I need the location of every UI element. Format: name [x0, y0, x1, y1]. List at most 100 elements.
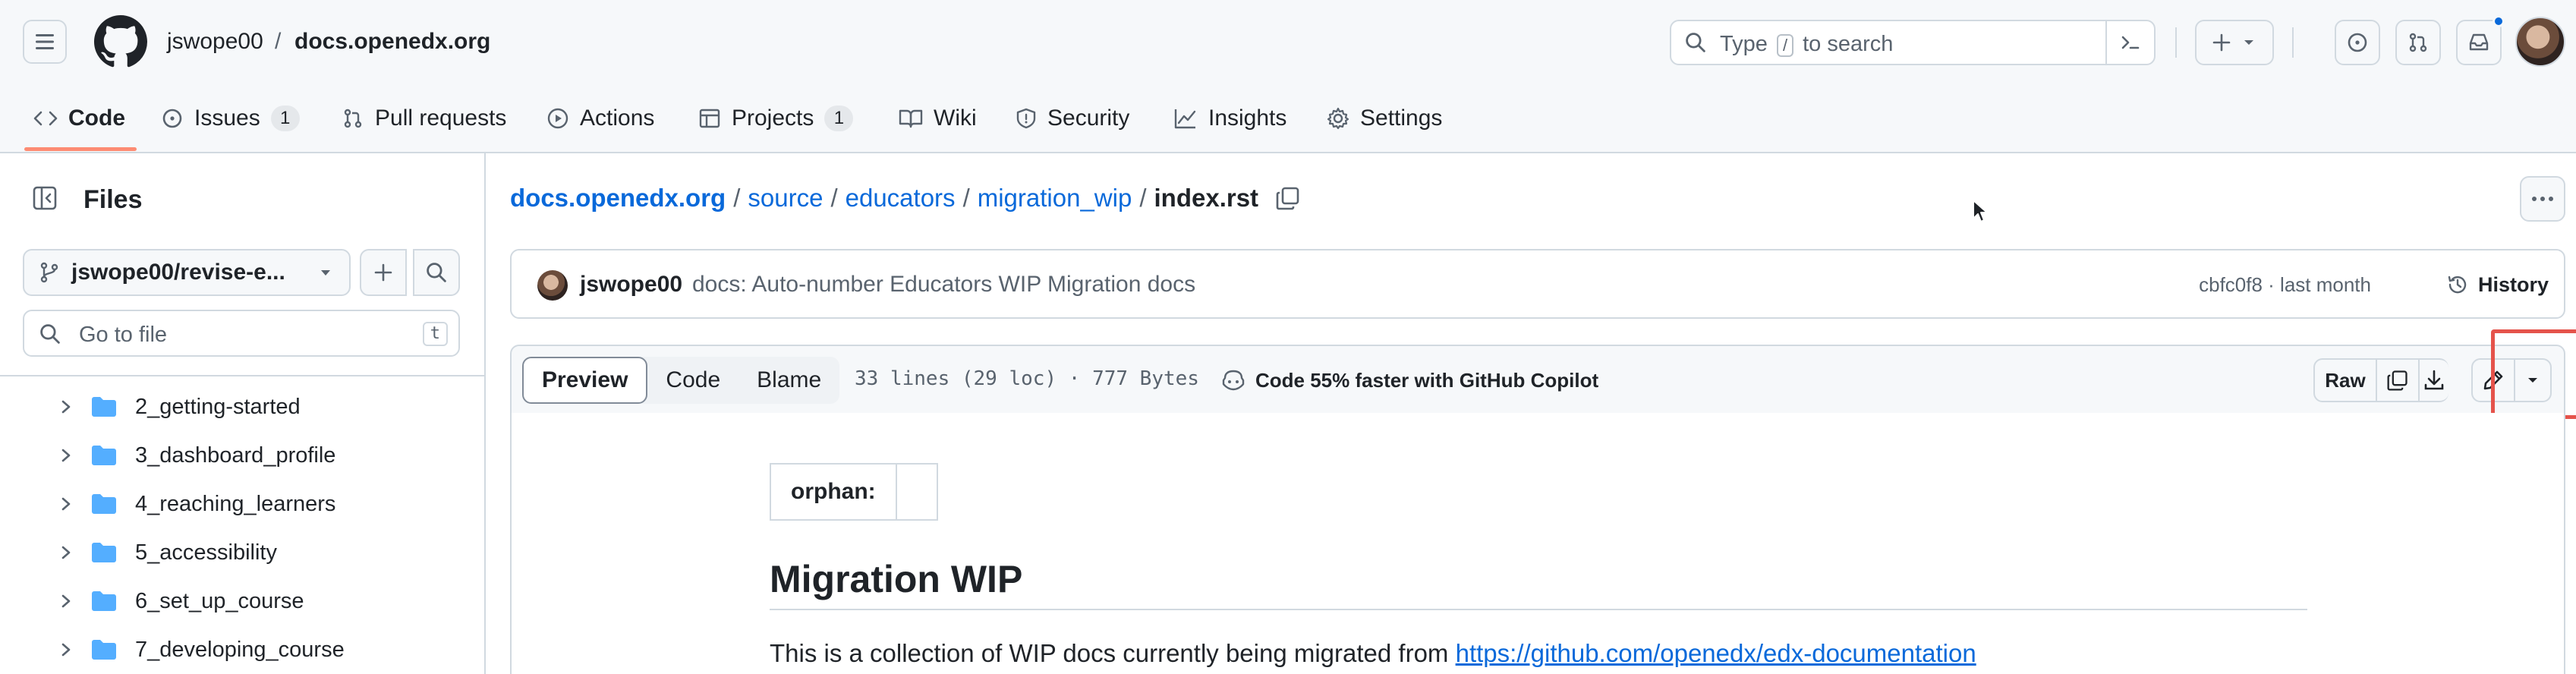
- commit-message[interactable]: docs: Auto-number Educators WIP Migratio…: [692, 272, 1195, 298]
- inbox-button[interactable]: [2456, 20, 2502, 65]
- header-divider: [2175, 27, 2177, 58]
- tab-label: Insights: [1208, 106, 1287, 131]
- folder-icon: [92, 494, 116, 514]
- shield-icon: [1016, 108, 1036, 129]
- heading-rule: [770, 609, 2307, 610]
- tab-actions[interactable]: Actions: [546, 102, 654, 135]
- rendered-file-content: orphan: Migration WIP This is a collecti…: [510, 413, 2565, 674]
- breadcrumb-separator: /: [962, 184, 970, 212]
- history-button[interactable]: History: [2446, 267, 2549, 302]
- add-file-button[interactable]: [360, 249, 407, 296]
- user-avatar[interactable]: [2515, 17, 2565, 67]
- tree-item-folder[interactable]: 7_developing_course: [59, 631, 345, 668]
- command-palette-button[interactable]: [2105, 21, 2154, 64]
- repo-link[interactable]: docs.openedx.org: [294, 29, 490, 55]
- branch-name: jswope00/revise-e...: [71, 260, 285, 285]
- folder-icon: [92, 591, 116, 611]
- copilot-promo-text: Code 55% faster with GitHub Copilot: [1255, 368, 1599, 392]
- tree-item-folder[interactable]: 4_reaching_learners: [59, 486, 335, 522]
- view-switcher: Preview Code Blame: [522, 357, 840, 404]
- breadcrumb-link-source[interactable]: source: [748, 184, 823, 213]
- file-info: 33 lines (29 loc) · 777 Bytes: [855, 367, 1199, 390]
- breadcrumb-separator: /: [733, 184, 741, 212]
- code-icon: [33, 111, 58, 126]
- breadcrumb-link-migration-wip[interactable]: migration_wip: [978, 184, 1132, 213]
- breadcrumb-separator: /: [1139, 184, 1147, 212]
- tab-label: Settings: [1360, 106, 1443, 131]
- chevron-right-icon: [61, 643, 71, 657]
- blame-tab[interactable]: Blame: [738, 357, 839, 404]
- download-button[interactable]: [2418, 358, 2448, 402]
- hamburger-icon: [36, 34, 54, 49]
- breadcrumb-root-link[interactable]: docs.openedx.org: [510, 184, 726, 213]
- go-to-file-input[interactable]: Go to file t: [23, 310, 460, 357]
- folder-name: 7_developing_course: [135, 637, 345, 662]
- search-icon: [1686, 33, 1705, 52]
- tab-label: Security: [1047, 106, 1130, 131]
- sidebar-divider: [0, 375, 484, 376]
- chevron-right-icon: [61, 400, 71, 414]
- github-logo-icon[interactable]: [94, 15, 147, 68]
- breadcrumb-current-file: index.rst: [1154, 184, 1259, 212]
- tab-code[interactable]: Code: [33, 102, 125, 135]
- tree-item-folder[interactable]: 5_accessibility: [59, 534, 277, 571]
- breadcrumb-separator: /: [275, 29, 282, 54]
- tab-label: Pull requests: [375, 106, 507, 131]
- tab-security[interactable]: Security: [1016, 102, 1129, 135]
- chevron-right-icon: [61, 594, 71, 608]
- terminal-icon: [2121, 36, 2140, 49]
- search-input[interactable]: Type / to search: [1670, 20, 2156, 65]
- tab-pull-requests[interactable]: Pull requests: [342, 102, 506, 135]
- tab-issues[interactable]: Issues 1: [161, 102, 300, 135]
- git-branch-icon: [40, 262, 58, 283]
- copilot-icon: [1222, 370, 1245, 391]
- field-name: orphan:: [770, 463, 897, 521]
- copy-raw-button[interactable]: [2376, 358, 2420, 402]
- mouse-cursor-icon: [1973, 200, 1988, 222]
- copy-path-icon[interactable]: [1275, 185, 1301, 211]
- chevron-down-icon: [2244, 40, 2253, 45]
- tree-item-folder[interactable]: 2_getting-started: [59, 389, 301, 425]
- chevron-right-icon: [61, 546, 71, 559]
- search-files-button[interactable]: [413, 249, 460, 296]
- copilot-promo-link[interactable]: Code 55% faster with GitHub Copilot: [1220, 364, 1598, 396]
- collapse-sidebar-button[interactable]: [23, 176, 67, 220]
- tab-insights[interactable]: Insights: [1173, 102, 1286, 135]
- search-icon: [40, 324, 60, 344]
- plus-icon: [374, 263, 392, 282]
- code-view-tab[interactable]: Code: [647, 357, 738, 404]
- tab-wiki[interactable]: Wiki: [899, 102, 977, 135]
- create-new-button[interactable]: [2195, 20, 2274, 65]
- file-toolbar: Preview Code Blame 33 lines (29 loc) · 7…: [510, 345, 2565, 414]
- tab-label: Projects: [732, 106, 814, 131]
- tab-projects[interactable]: Projects 1: [698, 102, 854, 135]
- header-divider: [2292, 27, 2294, 58]
- sidebar-collapse-icon: [33, 186, 57, 210]
- folder-name: 3_dashboard_profile: [135, 443, 336, 468]
- play-icon: [547, 108, 568, 129]
- commit-author-avatar[interactable]: [537, 270, 568, 301]
- latest-commit-bar: jswope00 docs: Auto-number Educators WIP…: [510, 249, 2565, 319]
- tab-label: Wiki: [934, 106, 977, 131]
- raw-label: Raw: [2325, 368, 2366, 392]
- breadcrumb-link-educators[interactable]: educators: [846, 184, 956, 213]
- sidebar-title: Files: [83, 185, 143, 214]
- issues-button[interactable]: [2335, 20, 2380, 65]
- git-pull-request-icon: [344, 109, 362, 128]
- more-options-button[interactable]: [2520, 176, 2565, 222]
- branch-selector[interactable]: jswope00/revise-e...: [23, 249, 351, 296]
- tree-item-folder[interactable]: 6_set_up_course: [59, 583, 304, 619]
- preview-tab[interactable]: Preview: [522, 357, 648, 404]
- tree-item-folder[interactable]: 3_dashboard_profile: [59, 437, 335, 474]
- raw-button[interactable]: Raw: [2313, 358, 2377, 402]
- menu-button[interactable]: [23, 20, 67, 64]
- folder-name: 5_accessibility: [135, 540, 277, 565]
- edx-documentation-link[interactable]: https://github.com/openedx/edx-documenta…: [1456, 639, 1976, 667]
- owner-link[interactable]: jswope00: [167, 29, 263, 55]
- folder-icon: [92, 446, 116, 465]
- pull-requests-button[interactable]: [2395, 20, 2441, 65]
- tab-settings[interactable]: Settings: [1327, 102, 1442, 135]
- folder-icon: [92, 640, 116, 660]
- commit-hash-and-date[interactable]: cbfc0f8 · last month: [2199, 273, 2371, 297]
- commit-author[interactable]: jswope00: [580, 272, 682, 298]
